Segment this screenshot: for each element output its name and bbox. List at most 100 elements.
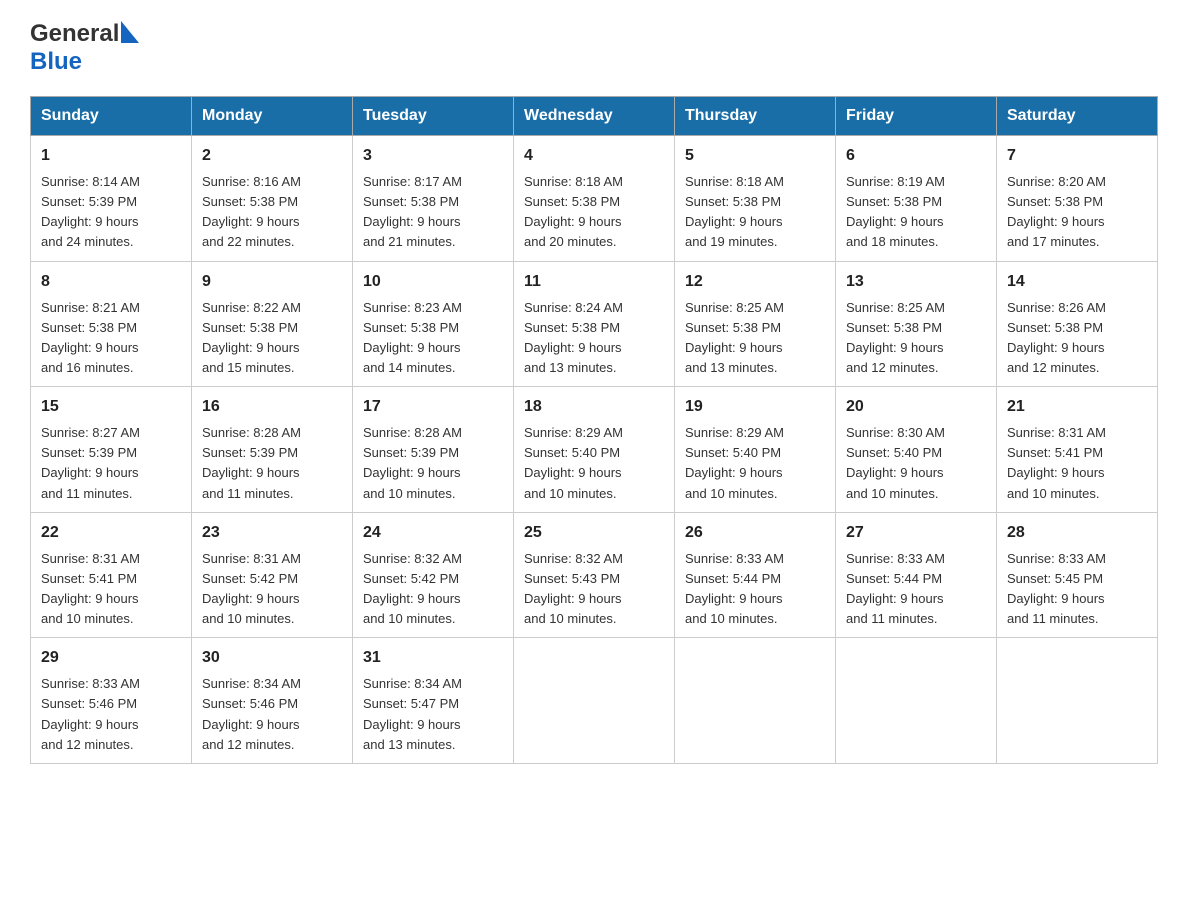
day-number: 15: [41, 395, 181, 419]
day-number: 11: [524, 270, 664, 294]
day-info: Sunrise: 8:33 AM Sunset: 5:44 PM Dayligh…: [685, 551, 784, 626]
calendar-cell: 6 Sunrise: 8:19 AM Sunset: 5:38 PM Dayli…: [836, 136, 997, 262]
day-number: 18: [524, 395, 664, 419]
calendar-header-sunday: Sunday: [31, 97, 192, 136]
calendar-header-row: SundayMondayTuesdayWednesdayThursdayFrid…: [31, 97, 1158, 136]
calendar-cell: 3 Sunrise: 8:17 AM Sunset: 5:38 PM Dayli…: [353, 136, 514, 262]
day-info: Sunrise: 8:34 AM Sunset: 5:46 PM Dayligh…: [202, 676, 301, 751]
calendar-cell: 8 Sunrise: 8:21 AM Sunset: 5:38 PM Dayli…: [31, 261, 192, 387]
day-number: 23: [202, 521, 342, 545]
calendar-cell: 17 Sunrise: 8:28 AM Sunset: 5:39 PM Dayl…: [353, 387, 514, 513]
calendar-cell: [675, 638, 836, 764]
calendar-cell: 10 Sunrise: 8:23 AM Sunset: 5:38 PM Dayl…: [353, 261, 514, 387]
day-number: 19: [685, 395, 825, 419]
calendar-cell: 28 Sunrise: 8:33 AM Sunset: 5:45 PM Dayl…: [997, 512, 1158, 638]
calendar-cell: [997, 638, 1158, 764]
calendar-cell: [514, 638, 675, 764]
calendar-week-row: 29 Sunrise: 8:33 AM Sunset: 5:46 PM Dayl…: [31, 638, 1158, 764]
day-info: Sunrise: 8:31 AM Sunset: 5:41 PM Dayligh…: [1007, 425, 1106, 500]
calendar-cell: 1 Sunrise: 8:14 AM Sunset: 5:39 PM Dayli…: [31, 136, 192, 262]
day-number: 25: [524, 521, 664, 545]
calendar-cell: 22 Sunrise: 8:31 AM Sunset: 5:41 PM Dayl…: [31, 512, 192, 638]
calendar-header-thursday: Thursday: [675, 97, 836, 136]
calendar-cell: 24 Sunrise: 8:32 AM Sunset: 5:42 PM Dayl…: [353, 512, 514, 638]
calendar-cell: 30 Sunrise: 8:34 AM Sunset: 5:46 PM Dayl…: [192, 638, 353, 764]
calendar-cell: 11 Sunrise: 8:24 AM Sunset: 5:38 PM Dayl…: [514, 261, 675, 387]
calendar-cell: 26 Sunrise: 8:33 AM Sunset: 5:44 PM Dayl…: [675, 512, 836, 638]
day-info: Sunrise: 8:27 AM Sunset: 5:39 PM Dayligh…: [41, 425, 140, 500]
day-info: Sunrise: 8:24 AM Sunset: 5:38 PM Dayligh…: [524, 300, 623, 375]
day-info: Sunrise: 8:14 AM Sunset: 5:39 PM Dayligh…: [41, 174, 140, 249]
calendar-cell: 15 Sunrise: 8:27 AM Sunset: 5:39 PM Dayl…: [31, 387, 192, 513]
day-info: Sunrise: 8:26 AM Sunset: 5:38 PM Dayligh…: [1007, 300, 1106, 375]
day-info: Sunrise: 8:32 AM Sunset: 5:43 PM Dayligh…: [524, 551, 623, 626]
calendar-cell: 12 Sunrise: 8:25 AM Sunset: 5:38 PM Dayl…: [675, 261, 836, 387]
day-number: 8: [41, 270, 181, 294]
day-info: Sunrise: 8:28 AM Sunset: 5:39 PM Dayligh…: [363, 425, 462, 500]
calendar-week-row: 22 Sunrise: 8:31 AM Sunset: 5:41 PM Dayl…: [31, 512, 1158, 638]
page-header: General Blue: [30, 20, 1158, 76]
calendar-cell: 31 Sunrise: 8:34 AM Sunset: 5:47 PM Dayl…: [353, 638, 514, 764]
day-info: Sunrise: 8:32 AM Sunset: 5:42 PM Dayligh…: [363, 551, 462, 626]
calendar-week-row: 1 Sunrise: 8:14 AM Sunset: 5:39 PM Dayli…: [31, 136, 1158, 262]
calendar-week-row: 8 Sunrise: 8:21 AM Sunset: 5:38 PM Dayli…: [31, 261, 1158, 387]
logo-triangle-icon: [121, 21, 139, 48]
day-number: 14: [1007, 270, 1147, 294]
day-number: 20: [846, 395, 986, 419]
day-info: Sunrise: 8:33 AM Sunset: 5:45 PM Dayligh…: [1007, 551, 1106, 626]
day-info: Sunrise: 8:19 AM Sunset: 5:38 PM Dayligh…: [846, 174, 945, 249]
calendar-cell: 20 Sunrise: 8:30 AM Sunset: 5:40 PM Dayl…: [836, 387, 997, 513]
day-number: 1: [41, 144, 181, 168]
calendar-cell: 21 Sunrise: 8:31 AM Sunset: 5:41 PM Dayl…: [997, 387, 1158, 513]
day-number: 3: [363, 144, 503, 168]
day-info: Sunrise: 8:18 AM Sunset: 5:38 PM Dayligh…: [685, 174, 784, 249]
day-number: 22: [41, 521, 181, 545]
calendar-cell: 18 Sunrise: 8:29 AM Sunset: 5:40 PM Dayl…: [514, 387, 675, 513]
day-info: Sunrise: 8:31 AM Sunset: 5:42 PM Dayligh…: [202, 551, 301, 626]
day-info: Sunrise: 8:22 AM Sunset: 5:38 PM Dayligh…: [202, 300, 301, 375]
calendar-header-wednesday: Wednesday: [514, 97, 675, 136]
calendar-body: 1 Sunrise: 8:14 AM Sunset: 5:39 PM Dayli…: [31, 136, 1158, 764]
day-info: Sunrise: 8:16 AM Sunset: 5:38 PM Dayligh…: [202, 174, 301, 249]
day-info: Sunrise: 8:23 AM Sunset: 5:38 PM Dayligh…: [363, 300, 462, 375]
day-number: 2: [202, 144, 342, 168]
day-number: 10: [363, 270, 503, 294]
day-number: 31: [363, 646, 503, 670]
calendar-header-saturday: Saturday: [997, 97, 1158, 136]
day-info: Sunrise: 8:30 AM Sunset: 5:40 PM Dayligh…: [846, 425, 945, 500]
calendar-header-friday: Friday: [836, 97, 997, 136]
day-number: 16: [202, 395, 342, 419]
calendar-cell: 27 Sunrise: 8:33 AM Sunset: 5:44 PM Dayl…: [836, 512, 997, 638]
calendar-cell: 13 Sunrise: 8:25 AM Sunset: 5:38 PM Dayl…: [836, 261, 997, 387]
calendar-cell: 4 Sunrise: 8:18 AM Sunset: 5:38 PM Dayli…: [514, 136, 675, 262]
day-number: 4: [524, 144, 664, 168]
day-number: 26: [685, 521, 825, 545]
calendar-header-monday: Monday: [192, 97, 353, 136]
day-info: Sunrise: 8:25 AM Sunset: 5:38 PM Dayligh…: [685, 300, 784, 375]
day-info: Sunrise: 8:29 AM Sunset: 5:40 PM Dayligh…: [685, 425, 784, 500]
day-number: 7: [1007, 144, 1147, 168]
day-info: Sunrise: 8:18 AM Sunset: 5:38 PM Dayligh…: [524, 174, 623, 249]
day-number: 9: [202, 270, 342, 294]
calendar-cell: [836, 638, 997, 764]
logo-general-text: General: [30, 20, 119, 48]
day-number: 13: [846, 270, 986, 294]
day-info: Sunrise: 8:28 AM Sunset: 5:39 PM Dayligh…: [202, 425, 301, 500]
day-number: 5: [685, 144, 825, 168]
day-info: Sunrise: 8:31 AM Sunset: 5:41 PM Dayligh…: [41, 551, 140, 626]
calendar-cell: 23 Sunrise: 8:31 AM Sunset: 5:42 PM Dayl…: [192, 512, 353, 638]
day-number: 30: [202, 646, 342, 670]
day-number: 28: [1007, 521, 1147, 545]
calendar-cell: 16 Sunrise: 8:28 AM Sunset: 5:39 PM Dayl…: [192, 387, 353, 513]
day-number: 29: [41, 646, 181, 670]
calendar-cell: 14 Sunrise: 8:26 AM Sunset: 5:38 PM Dayl…: [997, 261, 1158, 387]
day-number: 12: [685, 270, 825, 294]
logo: General Blue: [30, 20, 139, 76]
calendar-cell: 29 Sunrise: 8:33 AM Sunset: 5:46 PM Dayl…: [31, 638, 192, 764]
day-info: Sunrise: 8:17 AM Sunset: 5:38 PM Dayligh…: [363, 174, 462, 249]
day-info: Sunrise: 8:29 AM Sunset: 5:40 PM Dayligh…: [524, 425, 623, 500]
day-info: Sunrise: 8:34 AM Sunset: 5:47 PM Dayligh…: [363, 676, 462, 751]
calendar-cell: 25 Sunrise: 8:32 AM Sunset: 5:43 PM Dayl…: [514, 512, 675, 638]
calendar-cell: 2 Sunrise: 8:16 AM Sunset: 5:38 PM Dayli…: [192, 136, 353, 262]
calendar-table: SundayMondayTuesdayWednesdayThursdayFrid…: [30, 96, 1158, 764]
